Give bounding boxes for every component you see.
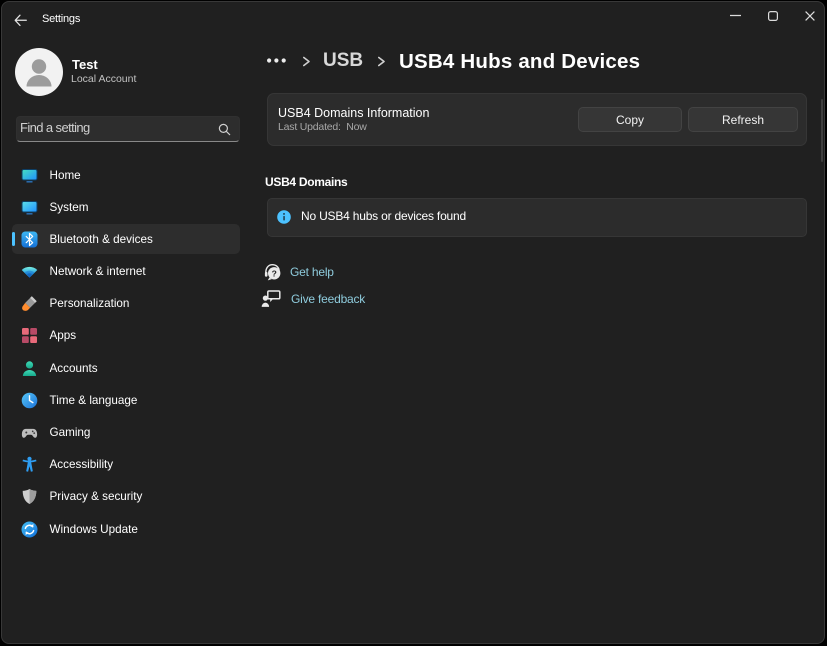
svg-text:?: ? — [272, 268, 277, 278]
